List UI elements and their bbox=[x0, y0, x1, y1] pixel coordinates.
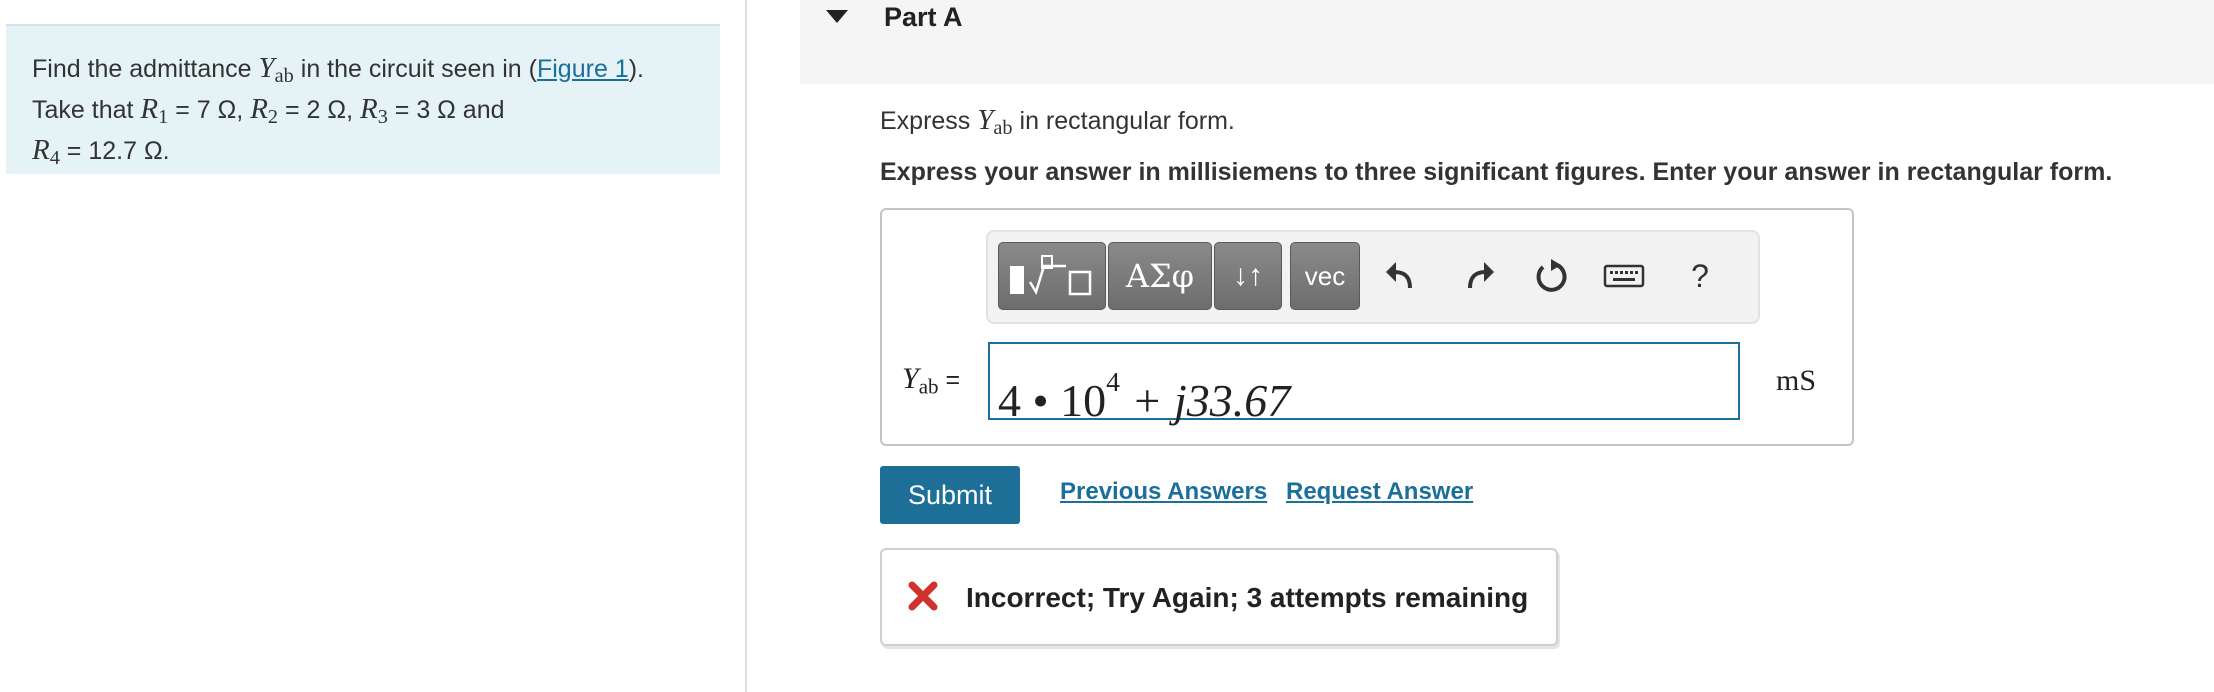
r2-value: = 2 Ω, bbox=[278, 96, 360, 125]
admittance-symbol: Yab bbox=[258, 52, 294, 88]
part-title: Part A bbox=[884, 2, 963, 32]
collapse-caret-icon[interactable] bbox=[826, 10, 848, 23]
admittance-symbol: Yab bbox=[977, 104, 1013, 140]
help-icon[interactable]: ? bbox=[1676, 252, 1724, 300]
vector-button[interactable]: vec bbox=[1290, 242, 1360, 310]
problem-text: in the circuit seen in ( bbox=[293, 55, 537, 83]
previous-answers-link[interactable]: Previous Answers bbox=[1060, 478, 1267, 506]
r3-symbol: R3 bbox=[359, 93, 388, 129]
figure-link[interactable]: Figure 1 bbox=[537, 55, 629, 83]
keyboard-icon[interactable] bbox=[1600, 252, 1648, 300]
problem-line-3: R4 = 12.7 Ω. bbox=[32, 134, 694, 175]
problem-statement: Find the admittance Yab in the circuit s… bbox=[6, 24, 720, 174]
r4-symbol: R4 bbox=[32, 134, 60, 170]
subscript-superscript-button[interactable]: ↓↑ bbox=[1214, 242, 1282, 310]
incorrect-x-icon bbox=[906, 576, 940, 616]
templates-icon bbox=[1010, 255, 1092, 296]
feedback-message: Incorrect; Try Again; 3 attempts remaini… bbox=[966, 582, 1529, 613]
answer-input[interactable]: 4 • 104 + j33.67 bbox=[988, 342, 1740, 426]
greek-symbols-button[interactable]: ΑΣφ bbox=[1108, 242, 1212, 310]
r3-value: = 3 Ω bbox=[387, 96, 456, 125]
answer-label: Yab = bbox=[902, 362, 961, 399]
problem-intro-text: Find the admittance bbox=[32, 55, 259, 83]
r1-symbol: R1 bbox=[140, 93, 169, 129]
redo-icon[interactable] bbox=[1456, 252, 1504, 300]
problem-line-2: Take that R1 = 7 Ω, R2 = 2 Ω, R3 = 3 Ω a… bbox=[32, 93, 505, 129]
instruction-text: Express Yab in rectangular form. bbox=[880, 104, 1235, 140]
unit-label: mS bbox=[1776, 364, 1817, 397]
r1-value: = 7 Ω, bbox=[168, 96, 251, 125]
r2-symbol: R2 bbox=[250, 93, 279, 129]
submit-button[interactable]: Submit bbox=[880, 466, 1020, 524]
part-header[interactable] bbox=[800, 0, 2214, 84]
reset-icon[interactable] bbox=[1528, 252, 1576, 300]
templates-button[interactable] bbox=[998, 242, 1106, 310]
panel-divider bbox=[745, 0, 747, 692]
request-answer-link[interactable]: Request Answer bbox=[1286, 478, 1473, 506]
problem-line-1: Find the admittance Yab in the circuit s… bbox=[32, 52, 644, 88]
r4-value: = 12.7 Ω. bbox=[59, 137, 170, 166]
instruction-bold-text: Express your answer in millisiemens to t… bbox=[880, 158, 2113, 186]
undo-icon[interactable] bbox=[1376, 252, 1424, 300]
